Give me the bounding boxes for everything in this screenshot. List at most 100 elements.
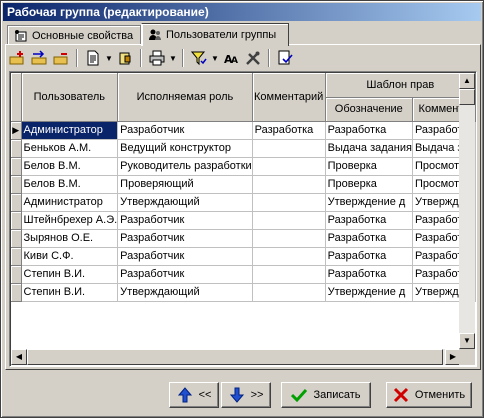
- title-bar[interactable]: Рабочая группа (редактирование): [3, 3, 481, 21]
- check-list-button[interactable]: [275, 48, 295, 68]
- add-row-button[interactable]: [7, 48, 27, 68]
- column-header-role[interactable]: Исполняемая роль: [117, 73, 253, 122]
- table-row[interactable]: Белов В.М. Проверяющий Проверка Просмотр и: [11, 175, 476, 194]
- cell-designation[interactable]: Проверка: [325, 175, 413, 194]
- cell-role[interactable]: Разработчик: [117, 265, 253, 284]
- cell-comment[interactable]: [252, 157, 326, 176]
- row-indicator[interactable]: [11, 193, 22, 212]
- cell-user[interactable]: Степин В.И.: [21, 283, 119, 302]
- cell-designation[interactable]: Разработка: [325, 211, 413, 230]
- vertical-scroll-thumb[interactable]: [459, 89, 475, 105]
- column-header-user[interactable]: Пользователь: [21, 73, 119, 122]
- cell-user[interactable]: Зырянов О.Е.: [21, 229, 119, 248]
- document-button[interactable]: [83, 48, 103, 68]
- cell-comment[interactable]: [252, 265, 326, 284]
- cell-comment[interactable]: [252, 175, 326, 194]
- cell-comment[interactable]: [252, 139, 326, 158]
- table-row[interactable]: Беньков А.М. Ведущий конструктор Выдача за…: [11, 139, 476, 158]
- table-row[interactable]: Зырянов О.Е. Разработчик Разработка Разрабо…: [11, 229, 476, 248]
- cell-user[interactable]: Беньков А.М.: [21, 139, 119, 158]
- table-row[interactable]: Администратор Утверждающий Утверждение д Ут…: [11, 193, 476, 212]
- table-row[interactable]: Степин В.И. Разработчик Разработка Разработ…: [11, 265, 476, 284]
- cell-designation[interactable]: Разработка: [325, 247, 413, 266]
- move-rows-button[interactable]: [29, 48, 49, 68]
- tab-main-properties[interactable]: Основные свойства: [7, 25, 141, 45]
- cell-role[interactable]: Разработчик: [117, 247, 253, 266]
- cell-role[interactable]: Разработчик: [117, 121, 253, 140]
- cell-user[interactable]: Киви С.Ф.: [21, 247, 119, 266]
- row-indicator[interactable]: [11, 157, 22, 176]
- cell-designation[interactable]: Проверка: [325, 157, 413, 176]
- horizontal-scroll-thumb[interactable]: [27, 349, 443, 365]
- row-indicator[interactable]: [11, 247, 22, 266]
- scroll-left-button[interactable]: ◀: [11, 349, 27, 365]
- cell-comment[interactable]: [252, 247, 326, 266]
- vertical-scrollbar[interactable]: ▲ ▼: [459, 73, 475, 349]
- cell-user[interactable]: Степин В.И.: [21, 265, 119, 284]
- cell-designation[interactable]: Разработка: [325, 265, 413, 284]
- tools-button[interactable]: [243, 48, 263, 68]
- cell-user[interactable]: Администратор: [21, 193, 119, 212]
- checkmark-icon: [291, 388, 308, 403]
- tools-icon: [246, 51, 260, 65]
- cell-role[interactable]: Утверждающий: [117, 193, 253, 212]
- column-header-designation[interactable]: Обозначение: [325, 97, 413, 122]
- cell-user[interactable]: Штейнбрехер А.Э.: [21, 211, 119, 230]
- cell-role[interactable]: Разработчик: [117, 211, 253, 230]
- row-indicator[interactable]: [11, 283, 22, 302]
- table-row[interactable]: Штейнбрехер А.Э. Разработчик Разработка Раз…: [11, 211, 476, 230]
- row-indicator[interactable]: [11, 175, 22, 194]
- properties-icon: [14, 29, 28, 43]
- cell-role[interactable]: Ведущий конструктор: [117, 139, 253, 158]
- previous-label: <<: [198, 389, 212, 401]
- current-row-indicator-icon[interactable]: ▶: [11, 121, 22, 140]
- cell-role[interactable]: Утверждающий: [117, 283, 253, 302]
- cell-user[interactable]: Белов В.М.: [21, 175, 119, 194]
- cancel-button[interactable]: Отменить: [386, 382, 472, 408]
- tab-label: Основные свойства: [32, 29, 134, 42]
- lock-button[interactable]: [115, 48, 135, 68]
- cell-designation[interactable]: Разработка: [325, 121, 413, 140]
- cell-comment[interactable]: [252, 229, 326, 248]
- chevron-down-icon[interactable]: ▼: [169, 54, 177, 63]
- column-header-comment[interactable]: Комментарий: [252, 73, 326, 122]
- table-row[interactable]: ▶ Администратор Разработчик Разработка Разра…: [11, 121, 476, 140]
- cell-designation[interactable]: Разработка: [325, 229, 413, 248]
- filter-button[interactable]: [189, 48, 209, 68]
- print-button[interactable]: [147, 48, 167, 68]
- cell-role[interactable]: Разработчик: [117, 229, 253, 248]
- cell-designation[interactable]: Утверждение д: [325, 193, 413, 212]
- row-indicator[interactable]: [11, 229, 22, 248]
- cell-user[interactable]: Белов В.М.: [21, 157, 119, 176]
- find-button[interactable]: AA: [221, 48, 241, 68]
- delete-row-icon: [53, 53, 68, 65]
- cell-comment[interactable]: [252, 283, 326, 302]
- users-grid[interactable]: Пользователь Исполняемая роль Комментари…: [9, 71, 477, 367]
- save-button[interactable]: Записать: [281, 382, 371, 408]
- table-row[interactable]: Степин В.И. Утверждающий Утверждение д Утве…: [11, 283, 476, 302]
- scroll-up-button[interactable]: ▲: [459, 73, 475, 89]
- chevron-down-icon[interactable]: ▼: [105, 54, 113, 63]
- table-row[interactable]: Киви С.Ф. Разработчик Разработка Разработка: [11, 247, 476, 266]
- chevron-down-icon[interactable]: ▼: [211, 54, 219, 63]
- cell-role[interactable]: Проверяющий: [117, 175, 253, 194]
- row-indicator[interactable]: [11, 265, 22, 284]
- scroll-down-button[interactable]: ▼: [459, 333, 475, 349]
- table-row[interactable]: Белов В.М. Руководитель разработки Проверк…: [11, 157, 476, 176]
- row-indicator[interactable]: [11, 139, 22, 158]
- cell-user[interactable]: Администратор: [21, 121, 119, 140]
- cell-designation[interactable]: Выдача задания: [325, 139, 413, 158]
- delete-row-button[interactable]: [51, 48, 71, 68]
- previous-button[interactable]: <<: [169, 382, 219, 408]
- tab-group-users[interactable]: Пользователи группы: [141, 23, 289, 46]
- cell-designation[interactable]: Утверждение д: [325, 283, 413, 302]
- horizontal-scrollbar[interactable]: ◀ ▶: [11, 349, 461, 365]
- dialog-window: Рабочая группа (редактирование) Основные…: [0, 0, 484, 418]
- cell-comment[interactable]: [252, 211, 326, 230]
- next-button[interactable]: >>: [221, 382, 271, 408]
- row-indicator[interactable]: [11, 211, 22, 230]
- cell-comment[interactable]: [252, 193, 326, 212]
- cell-comment[interactable]: Разработка: [252, 121, 326, 140]
- column-group-template[interactable]: Шаблон прав: [325, 73, 476, 98]
- cell-role[interactable]: Руководитель разработки: [117, 157, 253, 176]
